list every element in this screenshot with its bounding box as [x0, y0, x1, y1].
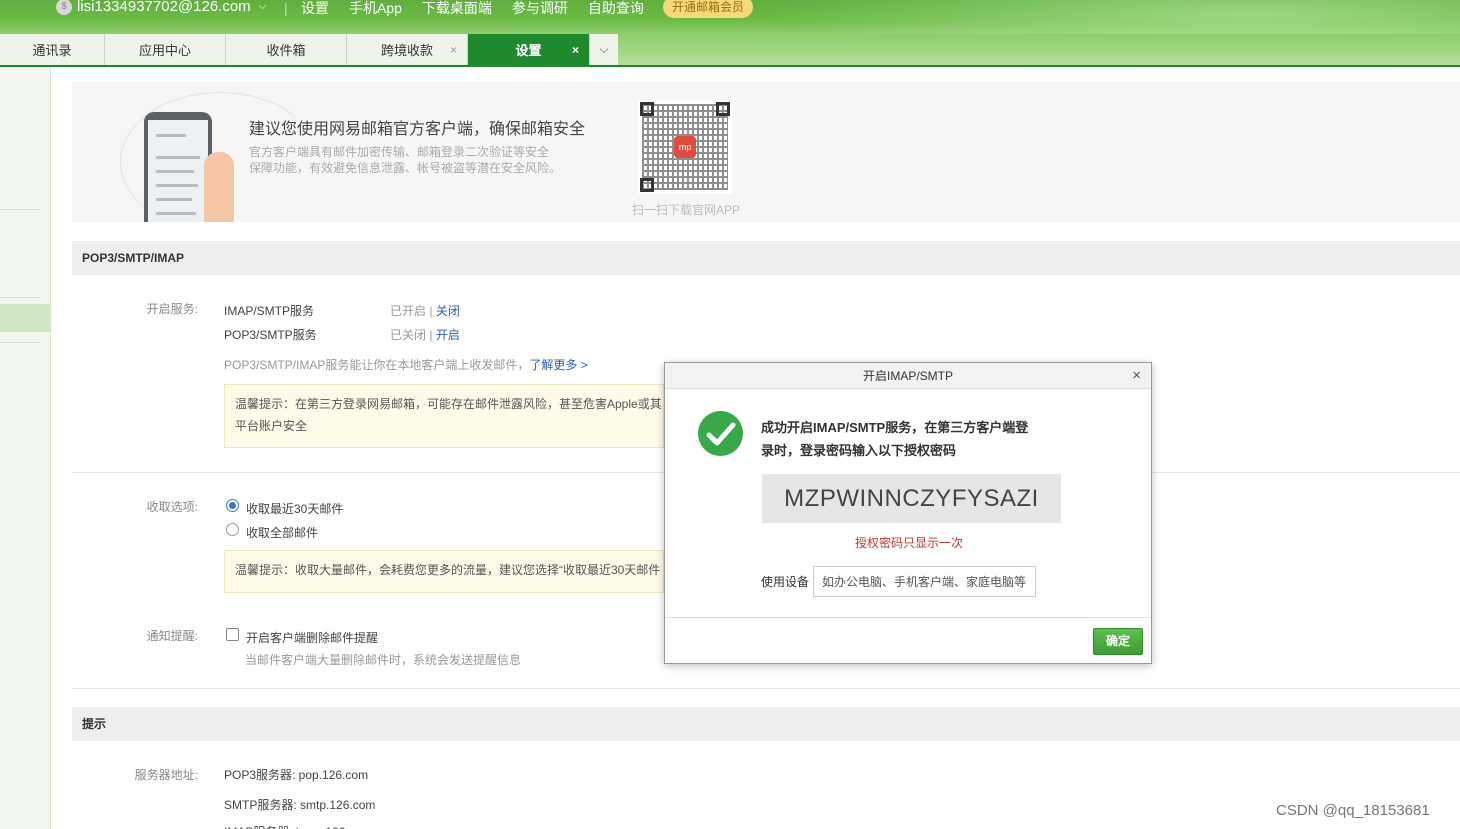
- receive-label: 收取选项:: [146, 500, 198, 514]
- tab-contacts[interactable]: 通讯录: [0, 34, 105, 65]
- imap-close-link[interactable]: 关闭: [436, 304, 460, 318]
- receive-option-label: 收取全部邮件: [246, 526, 319, 540]
- qr-code: mp: [638, 100, 732, 194]
- notify-label: 通知提醒:: [146, 629, 198, 643]
- banner-title: 建议您使用网易邮箱官方客户端，确保邮箱安全: [249, 121, 586, 138]
- auth-code[interactable]: MZPWINNCZYFYSAZI: [762, 474, 1061, 523]
- banner-description: 官方客户端具有邮件加密传输、邮箱登录二次验证等安全 保障功能，有效避免信息泄露、…: [249, 144, 579, 176]
- success-line: 成功开启IMAP/SMTP服务，在第三方客户端登: [761, 420, 1029, 435]
- link-desktop[interactable]: 下载桌面端: [422, 0, 492, 18]
- tab-label: 应用中心: [138, 43, 191, 58]
- service-info: POP3/SMTP/IMAP服务能让你在本地客户端上收发邮件，了解更多 >: [224, 356, 588, 373]
- server-label: 服务器地址:: [134, 768, 198, 782]
- tip-line: 平台账户安全: [235, 419, 308, 433]
- coin-icon: $: [56, 0, 72, 15]
- smtp-server: SMTP服务器: smtp.126.com: [224, 798, 376, 812]
- notify-description: 当邮件客户端大量删除邮件时，系统会发送提醒信息: [245, 653, 522, 667]
- status-text: 已关闭: [390, 328, 427, 342]
- hand-illustration: [204, 152, 234, 222]
- radio-recent-30[interactable]: [226, 499, 239, 512]
- success-message: 成功开启IMAP/SMTP服务，在第三方客户端登 录时，登录密码输入以下授权密码: [761, 416, 1071, 462]
- link-settings[interactable]: 设置: [301, 0, 329, 18]
- vip-badge[interactable]: 开通邮箱会员: [663, 0, 754, 18]
- link-survey[interactable]: 参与调研: [512, 0, 568, 18]
- close-icon[interactable]: ×: [572, 43, 579, 57]
- close-icon[interactable]: ×: [1132, 363, 1141, 389]
- tab-label: 跨境收款: [380, 43, 433, 58]
- banner-desc-line: 官方客户端具有邮件加密传输、邮箱登录二次验证等安全: [249, 145, 550, 159]
- dialog-footer: 确定: [665, 617, 1151, 664]
- security-tip: 温馨提示：在第三方登录网易邮箱，可能存在邮件泄露风险，甚至危害Apple或其 平…: [224, 384, 664, 448]
- tip-line: 温馨提示：在第三方登录网易邮箱，可能存在邮件泄露风险，甚至危害Apple或其: [235, 397, 662, 411]
- topbar-separator: |: [284, 0, 288, 16]
- account-email: lisi1334937702@126.com: [77, 0, 251, 15]
- phone-screen: [148, 120, 208, 222]
- tab-inbox[interactable]: 收件箱: [226, 34, 347, 65]
- top-links: 设置 手机App 下载桌面端 参与调研 自助查询: [301, 0, 644, 18]
- status-text: 已开启: [390, 304, 427, 318]
- qr-caption: 扫一扫下载官网APP: [632, 203, 741, 217]
- service-info-text: POP3/SMTP/IMAP服务能让你在本地客户端上收发邮件，: [224, 358, 530, 372]
- imap-server: IMAP服务器: imap.126.com: [224, 823, 371, 829]
- service-label: 开启服务:: [146, 302, 198, 316]
- section-header-hint: 提示: [72, 707, 1460, 741]
- status-separator: |: [426, 328, 436, 342]
- sidebar: [0, 67, 51, 829]
- banner-desc-line: 保障功能，有效避免信息泄露、帐号被盗等潜在安全风险。: [249, 161, 562, 175]
- mail-app-logo-icon: mp: [674, 136, 696, 158]
- client-banner: 建议您使用网易邮箱官方客户端，确保邮箱安全 官方客户端具有邮件加密传输、邮箱登录…: [72, 82, 1460, 232]
- receive-option-label: 收取最近30天邮件: [246, 502, 344, 516]
- sidebar-divider: [0, 297, 40, 298]
- sidebar-divider: [0, 342, 40, 343]
- watermark: CSDN @qq_18153681: [1276, 802, 1430, 819]
- auth-code-note: 授权密码只显示一次: [854, 536, 963, 550]
- section-divider: [72, 688, 1460, 689]
- tip-line: 温馨提示：收取大量邮件，会耗费您更多的流量，建议您选择“收取最近30天邮件: [235, 563, 661, 577]
- link-self-service[interactable]: 自助查询: [588, 0, 644, 18]
- notify-option-label: 开启客户端删除邮件提醒: [246, 631, 379, 645]
- learn-more-link[interactable]: 了解更多 >: [529, 358, 587, 372]
- device-input[interactable]: [813, 566, 1036, 597]
- sidebar-divider: [0, 209, 40, 210]
- service-status-imap: 已开启 | 关闭: [390, 302, 460, 319]
- link-mobile-app[interactable]: 手机App: [349, 0, 402, 18]
- tab-label: 通讯录: [32, 43, 72, 58]
- notify-checkbox[interactable]: [226, 628, 239, 641]
- success-line: 录时，登录密码输入以下授权密码: [761, 443, 957, 458]
- phone-illustration: [144, 112, 212, 222]
- pop3-open-link[interactable]: 开启: [436, 328, 460, 342]
- service-name-pop3: POP3/SMTP服务: [224, 328, 317, 342]
- tab-settings[interactable]: 设置 ×: [468, 34, 590, 65]
- device-label: 使用设备: [761, 575, 810, 589]
- dialog-title: 开启IMAP/SMTP: [862, 369, 953, 383]
- top-bar: $ lisi1334937702@126.com ⌵ | 设置 手机App 下载…: [0, 0, 1460, 67]
- success-check-icon: [698, 411, 743, 456]
- service-name-imap: IMAP/SMTP服务: [224, 304, 315, 318]
- pop3-server: POP3服务器: pop.126.com: [224, 768, 369, 782]
- sidebar-selected-item[interactable]: [0, 304, 51, 332]
- account-menu[interactable]: $ lisi1334937702@126.com ⌵: [56, 0, 266, 15]
- tab-more-button[interactable]: ⌵: [590, 34, 618, 65]
- tab-bar: 通讯录 应用中心 收件箱 跨境收款 × 设置 × ⌵: [0, 34, 1460, 67]
- status-separator: |: [426, 304, 436, 318]
- confirm-button[interactable]: 确定: [1093, 628, 1143, 655]
- service-status-pop3: 已关闭 | 开启: [390, 326, 460, 343]
- radio-all-mail[interactable]: [226, 523, 239, 536]
- close-icon[interactable]: ×: [450, 43, 457, 57]
- imap-success-dialog: 开启IMAP/SMTP × 成功开启IMAP/SMTP服务，在第三方客户端登 录…: [664, 362, 1152, 664]
- traffic-tip: 温馨提示：收取大量邮件，会耗费您更多的流量，建议您选择“收取最近30天邮件: [224, 550, 664, 593]
- chevron-down-icon: ⌵: [258, 1, 267, 12]
- tab-label: 设置: [515, 43, 542, 58]
- tab-label: 收件箱: [266, 43, 306, 58]
- chevron-down-icon: ⌵: [599, 42, 609, 56]
- tab-cross-border[interactable]: 跨境收款 ×: [347, 34, 468, 65]
- section-header-pop: POP3/SMTP/IMAP: [72, 241, 1460, 275]
- tab-app-center[interactable]: 应用中心: [105, 34, 226, 65]
- dialog-header: 开启IMAP/SMTP ×: [665, 363, 1151, 389]
